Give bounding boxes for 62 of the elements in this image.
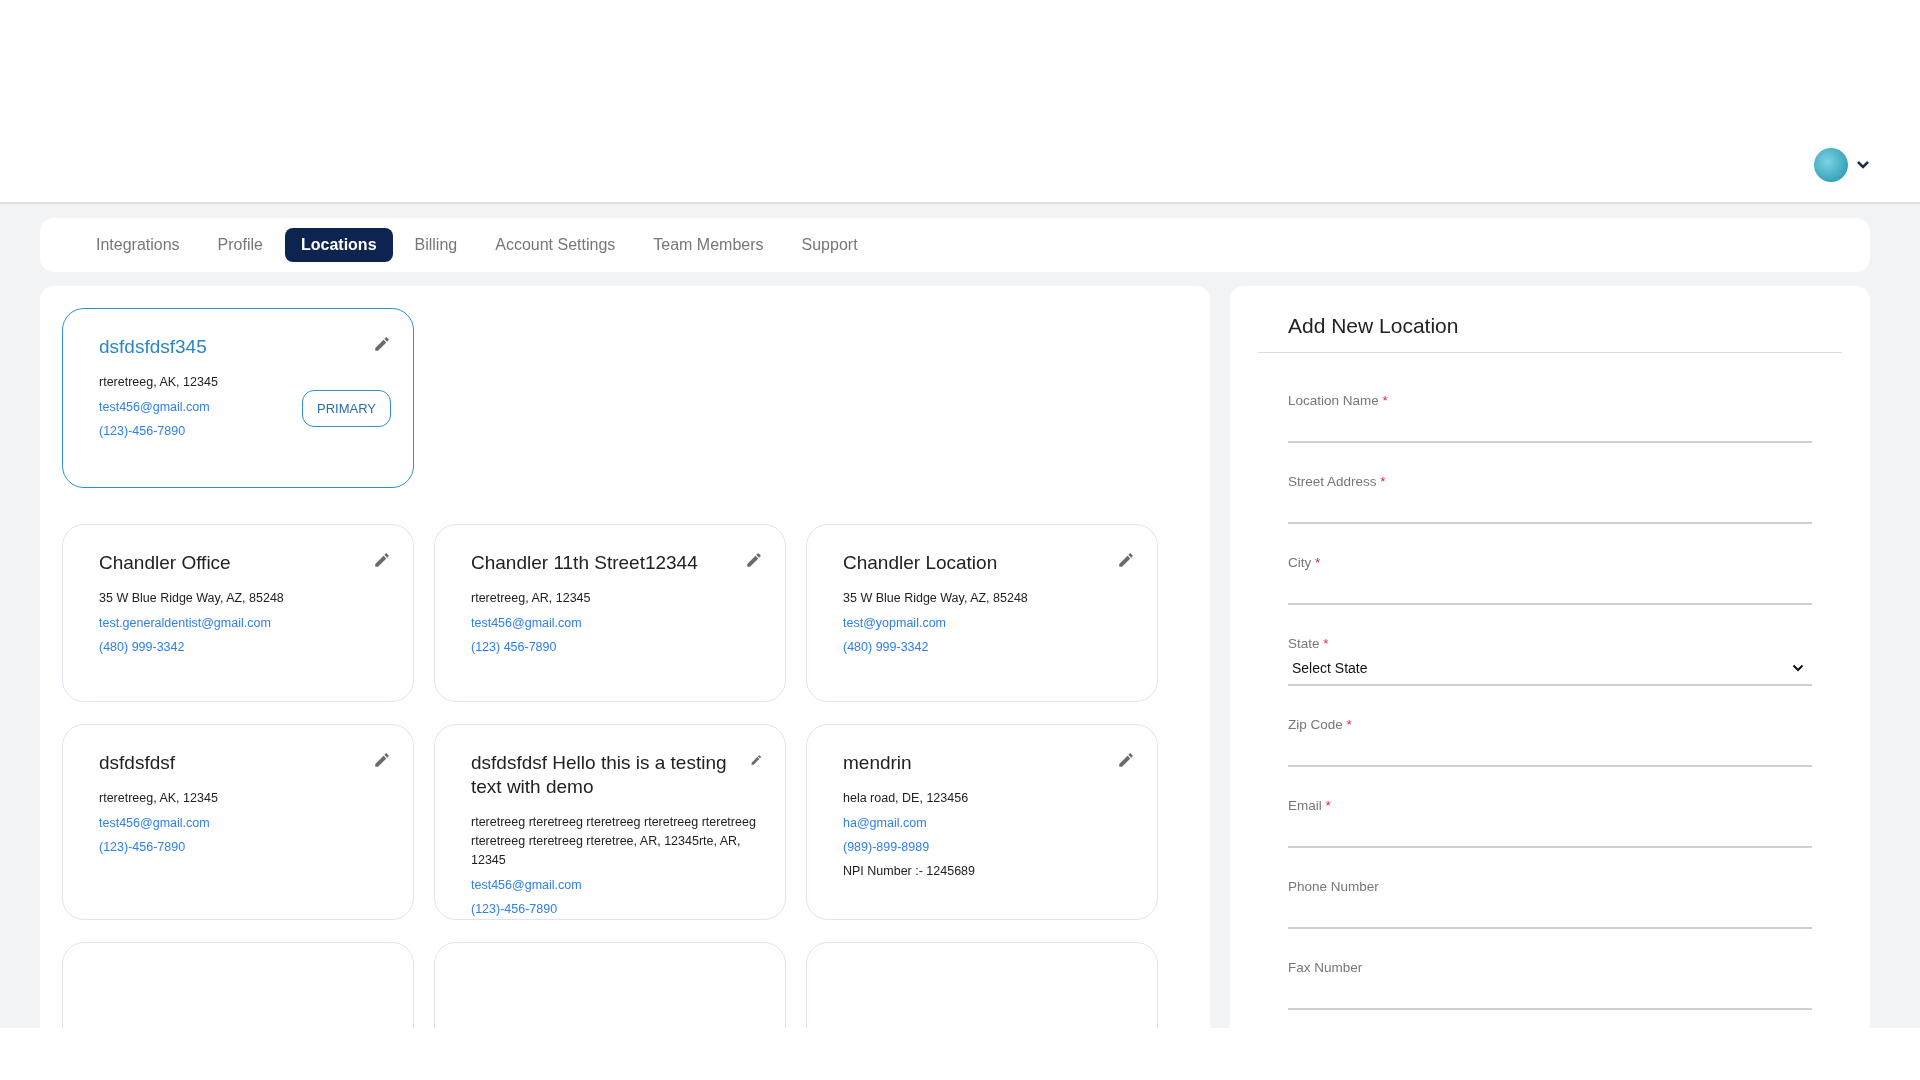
phone-link[interactable]: (480) 999-3342 <box>99 635 284 659</box>
location-address: rteretreeg, AK, 12345 <box>99 790 218 807</box>
required-mark: * <box>1315 555 1321 570</box>
avatar[interactable] <box>1814 148 1848 182</box>
field-label: City <box>1288 555 1312 570</box>
location-address: rteretreeg, AR, 12345 <box>471 590 591 607</box>
field-label: Fax Number <box>1288 960 1363 975</box>
edit-icon[interactable] <box>745 551 763 569</box>
edit-icon[interactable] <box>1117 751 1135 769</box>
location-name: dsfdsfdsf Hello this is a testing text with demo <box>471 751 728 799</box>
edit-icon[interactable] <box>373 335 391 353</box>
phone-link[interactable]: (480) 999-3342 <box>843 635 1028 659</box>
tab[interactable]: Billing <box>398 228 474 262</box>
required-mark: * <box>1325 798 1331 813</box>
field-label: State <box>1288 636 1320 651</box>
required-mark: * <box>1346 717 1352 732</box>
state-dropdown[interactable]: Select State <box>1288 652 1812 686</box>
phone-link[interactable]: (123)-456-7890 <box>471 897 763 921</box>
location-name: mendrin <box>843 751 912 775</box>
field-label: Zip Code <box>1288 717 1343 732</box>
location-address: hela road, DE, 123456 <box>843 790 970 807</box>
phone-link[interactable]: (123) 456-7890 <box>471 635 591 659</box>
location-address: rteretreeg rteretreeg rteretreeg rteretreeg rteretreeg rteretreeg rteretreeg rteretree, AR, 12345rte, AR, 12345 <box>471 814 757 869</box>
chevron-down-icon <box>1792 664 1804 672</box>
phone-link[interactable]: (123)-456-7890 <box>99 835 218 859</box>
tab[interactable]: Locations <box>284 228 393 262</box>
field-label: Location Name <box>1288 393 1379 408</box>
email-link[interactable]: test456@gmail.com <box>471 873 763 897</box>
tab[interactable]: Profile <box>201 228 279 262</box>
tab[interactable]: Account Settings <box>479 228 632 262</box>
npi-number: NPI Number :- 1245689 <box>843 863 975 880</box>
tab[interactable]: Integrations <box>80 228 196 262</box>
field-label: Street Address <box>1288 474 1377 489</box>
primary-button[interactable]: PRIMARY <box>302 389 391 427</box>
location-address: 35 W Blue Ridge Way, AZ, 85248 <box>843 590 1028 607</box>
location-name: dsfdsfdsf <box>99 751 176 775</box>
location-address: rteretreeg, AK, 12345 <box>99 374 218 391</box>
tab[interactable]: Team Members <box>637 228 780 262</box>
edit-icon[interactable] <box>373 751 391 769</box>
required-mark: * <box>1323 636 1329 651</box>
location-name: dsfdsfdsf345 <box>99 335 207 359</box>
phone-link[interactable]: (989)-899-8989 <box>843 835 975 859</box>
phone-link[interactable]: (123)-456-7890 <box>99 419 218 443</box>
email-link[interactable]: test.generaldentist@gmail.com <box>99 611 284 635</box>
chevron-down-icon[interactable] <box>1856 160 1870 170</box>
location-name: Chandler 11th Street12344 <box>471 551 698 575</box>
edit-icon[interactable] <box>1117 551 1135 569</box>
field-label: Phone Number <box>1288 879 1379 894</box>
required-mark: * <box>1382 393 1388 408</box>
edit-icon[interactable] <box>373 551 391 569</box>
tab[interactable]: Support <box>785 228 874 262</box>
email-link[interactable]: ha@gmail.com <box>843 811 975 835</box>
location-name: Chandler Location <box>843 551 998 575</box>
email-link[interactable]: test@yopmail.com <box>843 611 1028 635</box>
email-link[interactable]: test456@gmail.com <box>99 395 218 419</box>
location-name: Chandler Office <box>99 551 231 575</box>
email-link[interactable]: test456@gmail.com <box>471 611 591 635</box>
form-title: Add New Location <box>1258 314 1842 353</box>
required-mark: * <box>1380 474 1386 489</box>
field-label: Email <box>1288 798 1322 813</box>
location-address: 35 W Blue Ridge Way, AZ, 85248 <box>99 590 284 607</box>
email-link[interactable]: test456@gmail.com <box>99 811 218 835</box>
